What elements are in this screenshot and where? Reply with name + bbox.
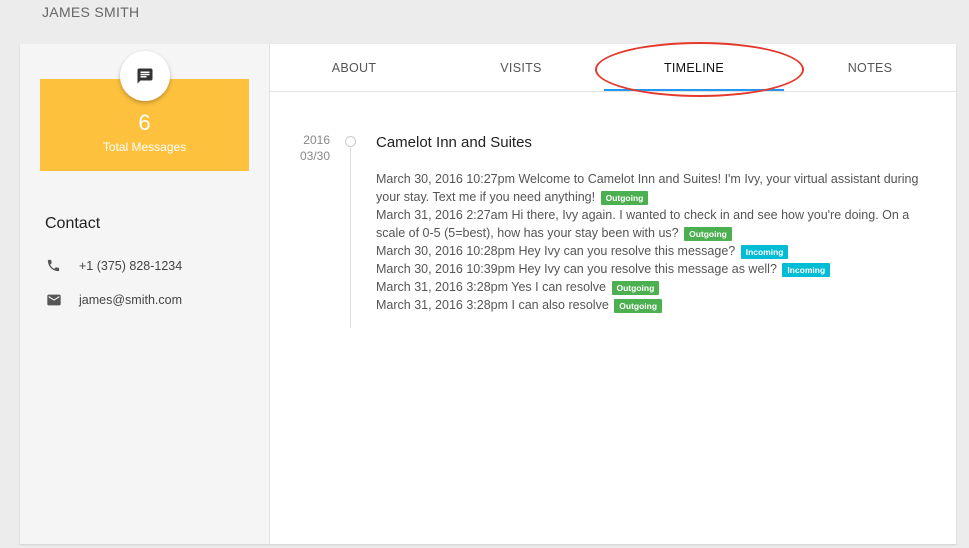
phone-icon — [45, 257, 62, 274]
list-item: March 30, 2016 10:27pm Welcome to Camelo… — [376, 170, 936, 206]
tab-bar: ABOUT VISITS TIMELINE NOTES — [270, 44, 956, 92]
message-text: March 31, 2016 3:28pm Yes I can resolve — [376, 280, 607, 294]
timeline-line — [350, 148, 351, 328]
message-icon — [120, 51, 170, 101]
list-item: March 31, 2016 3:28pm I can also resolve… — [376, 296, 936, 314]
email-icon — [45, 291, 62, 308]
tab-timeline[interactable]: TIMELINE — [604, 44, 784, 91]
status-badge: Outgoing — [684, 226, 732, 241]
timeline-date: 03/30 — [299, 149, 330, 163]
message-count-label: Total Messages — [102, 140, 187, 154]
message-list: March 30, 2016 10:27pm Welcome to Camelo… — [376, 170, 936, 314]
profile-card: 6 Total Messages Contact +1 (375) 828-12… — [20, 42, 956, 544]
status-badge: Outgoing — [611, 280, 660, 295]
message-text: March 30, 2016 10:39pm Hey Ivy can you r… — [376, 262, 777, 276]
tab-notes[interactable]: NOTES — [784, 44, 956, 91]
contact-phone-row: +1 (375) 828-1234 — [45, 257, 182, 274]
list-item: March 30, 2016 10:28pm Hey Ivy can you r… — [376, 242, 936, 260]
timeline-year: 2016 — [303, 133, 330, 147]
status-badge: Outgoing — [614, 298, 663, 313]
timeline-dot — [345, 136, 356, 147]
active-tab-indicator — [604, 89, 784, 91]
message-text: March 31, 2016 2:27am Hi there, Ivy agai… — [376, 208, 910, 240]
tab-visits[interactable]: VISITS — [438, 44, 604, 91]
contact-email[interactable]: james@smith.com — [79, 293, 182, 307]
contact-email-row: james@smith.com — [45, 291, 182, 308]
status-badge: Incoming — [782, 262, 831, 277]
message-text: March 30, 2016 10:28pm Hey Ivy can you r… — [376, 244, 736, 258]
contact-phone[interactable]: +1 (375) 828-1234 — [79, 259, 182, 273]
page-title: JAMES SMITH — [42, 4, 140, 20]
list-item: March 31, 2016 3:28pm Yes I can resolve … — [376, 278, 936, 296]
status-badge: Outgoing — [600, 190, 649, 205]
message-text: March 31, 2016 3:28pm I can also resolve — [376, 298, 609, 312]
list-item: March 30, 2016 10:39pm Hey Ivy can you r… — [376, 260, 936, 278]
list-item: March 31, 2016 2:27am Hi there, Ivy agai… — [376, 206, 936, 242]
contact-heading: Contact — [45, 215, 101, 232]
sidebar: 6 Total Messages Contact +1 (375) 828-12… — [20, 44, 270, 544]
tab-about[interactable]: ABOUT — [270, 44, 438, 91]
message-count: 6 — [138, 110, 151, 135]
event-title: Camelot Inn and Suites — [376, 134, 532, 151]
status-badge: Incoming — [740, 244, 789, 259]
